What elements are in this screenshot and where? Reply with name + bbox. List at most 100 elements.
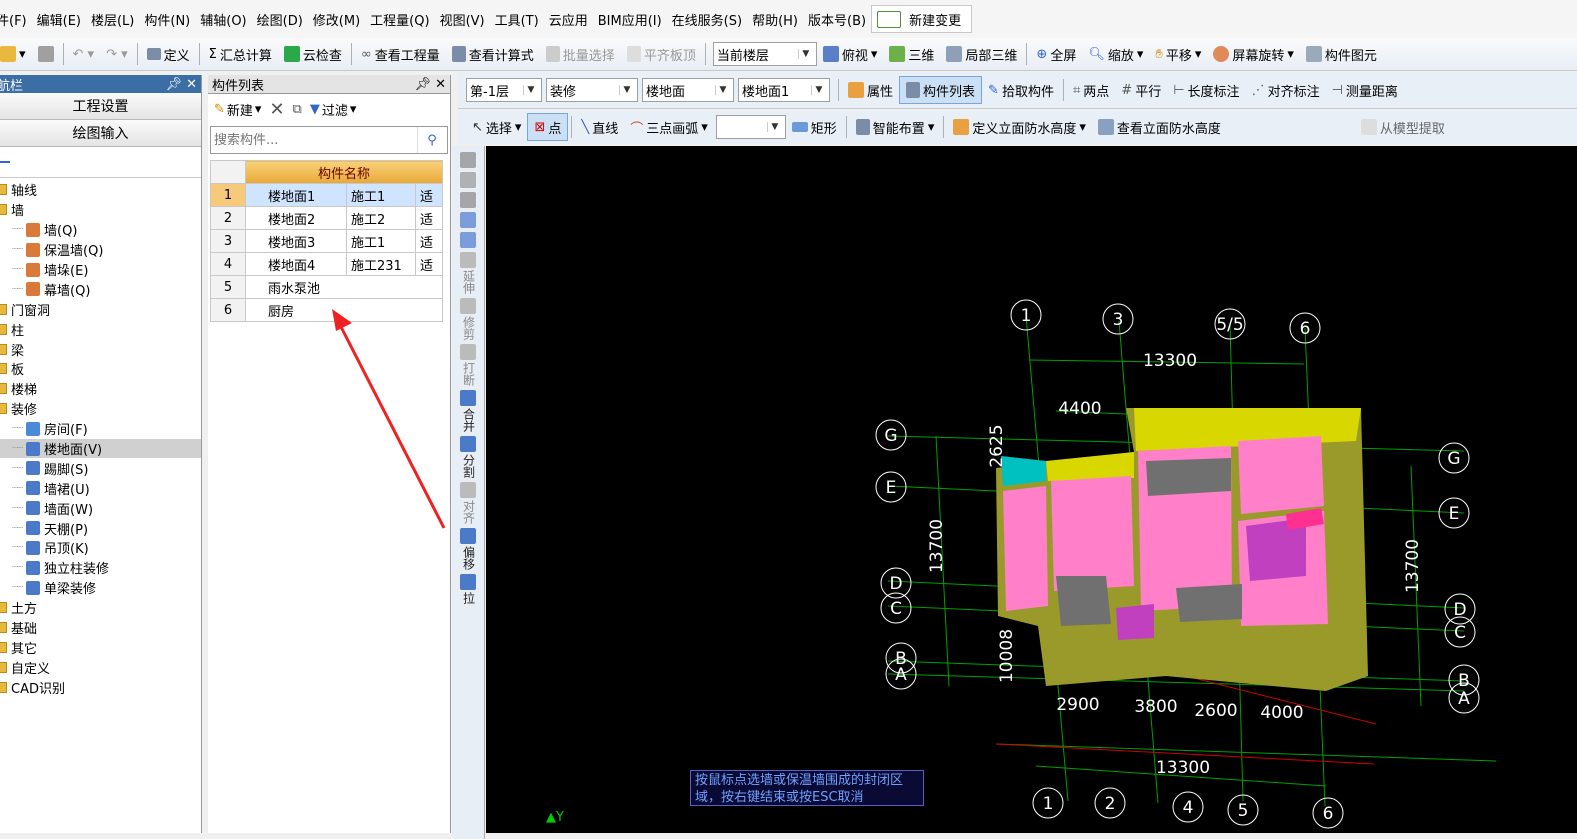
three-d-button[interactable]: 三维	[883, 41, 940, 67]
menu-file[interactable]: 文件(F)	[0, 10, 32, 29]
tree-item[interactable]: 门窗洞	[0, 299, 201, 319]
current-floor-select[interactable]: 当前楼层 ▼	[712, 42, 817, 66]
tree-item[interactable]: ┈┈ 楼地面(V)	[0, 438, 201, 459]
menu-help[interactable]: 帮助(H)	[747, 10, 803, 29]
top-view-button[interactable]: 俯视 ▾	[817, 41, 884, 67]
tree-item[interactable]: ┈┈ 墙裙(U)	[0, 478, 201, 498]
drawing-canvas[interactable]: 1 3 5/5 6 1 2 4 5 6 G E D C B A G E D C B A 13300 4400 13700 137…	[486, 146, 1577, 833]
menu-draw[interactable]: 绘图(D)	[252, 10, 308, 29]
define-button[interactable]: 定义	[141, 41, 196, 67]
extract-button[interactable]: 从模型提取	[1355, 114, 1451, 140]
drawing-input-button[interactable]: 绘图输入	[0, 120, 201, 147]
table-row[interactable]: 3 楼地面3 施工1 适	[210, 229, 443, 253]
edit-tool-button[interactable]: 合并	[460, 390, 476, 432]
table-row[interactable]: 5 雨水泵池	[210, 275, 443, 299]
tree-item[interactable]: 板	[0, 359, 201, 379]
edit-tool-icon[interactable]	[460, 152, 476, 168]
tree-item[interactable]: ┈┈ 单梁装修	[0, 578, 201, 598]
local-3d-button[interactable]: 局部三维	[940, 41, 1023, 67]
pan-button[interactable]: ✋︎ 平移 ▾	[1149, 41, 1207, 67]
menu-modify[interactable]: 修改(M)	[308, 10, 365, 29]
tree-item[interactable]: CAD识别	[0, 677, 201, 697]
sum-button[interactable]: Σ 汇总计算	[203, 41, 278, 67]
smart-button[interactable]: 智能布置 ▾	[850, 114, 941, 140]
tree-item[interactable]: 梁	[0, 339, 201, 359]
tree-item[interactable]: ┈┈ 保温墙(Q)	[0, 240, 201, 260]
edit-tool-icon[interactable]	[460, 232, 476, 248]
category-select[interactable]: 装修 ▼	[546, 78, 638, 102]
edit-tool-button[interactable]: 分割	[460, 436, 476, 478]
length-dim-button[interactable]: ⊢ 长度标注	[1167, 77, 1245, 103]
item-select[interactable]: 楼地面1 ▼	[738, 78, 830, 102]
tree-item[interactable]: ┈┈ 独立柱装修	[0, 558, 201, 578]
tree-item[interactable]: 轴线	[0, 180, 201, 200]
redo-button[interactable]: ↷ ▾	[100, 41, 134, 67]
pin-icon[interactable]: 📌︎	[165, 77, 182, 92]
two-point-button[interactable]: ⌗ 两点	[1067, 77, 1115, 103]
align-dim-button[interactable]: ⋰ 对齐标注	[1246, 77, 1326, 103]
menu-aux-axis[interactable]: 辅轴(O)	[195, 10, 251, 29]
floor-select[interactable]: 第-1层 ▼	[466, 78, 542, 102]
edit-tool-button[interactable]: 延伸	[460, 252, 476, 294]
select-button[interactable]: ↖ 选择 ▾	[466, 114, 527, 140]
view-wp-button[interactable]: 查看立面防水高度	[1092, 114, 1227, 140]
point-button[interactable]: ⊠ 点	[527, 113, 569, 141]
flush-slab-button[interactable]: 平齐板顶	[621, 41, 702, 67]
menu-bim[interactable]: BIM应用(I)	[593, 10, 667, 29]
menu-new-change[interactable]: 新建变更	[871, 5, 973, 33]
menu-view[interactable]: 视图(V)	[435, 10, 490, 29]
table-row[interactable]: 6 厨房	[210, 298, 443, 322]
view-quantity-button[interactable]: ∞ 查看工程量	[355, 41, 446, 67]
table-row[interactable]: 1 楼地面1 施工1 适	[210, 183, 443, 207]
menu-quantity[interactable]: 工程量(Q)	[365, 10, 434, 29]
tree-item[interactable]: ┈┈ 墙面(W)	[0, 498, 201, 518]
pick-button[interactable]: ✎ 拾取构件	[982, 77, 1060, 103]
table-row[interactable]: 4 楼地面4 施工231 适	[210, 252, 443, 276]
type-select[interactable]: 楼地面 ▼	[642, 78, 734, 102]
tree-item[interactable]: 柱	[0, 319, 201, 339]
search-input[interactable]	[211, 127, 417, 153]
batch-select-button[interactable]: 批量选择	[540, 41, 621, 67]
menu-edit[interactable]: 编辑(E)	[32, 10, 86, 29]
define-wp-button[interactable]: 定义立面防水高度 ▾	[947, 114, 1092, 140]
edit-tool-button[interactable]: 修剪	[460, 298, 476, 340]
comp-list-button[interactable]: 构件列表	[899, 76, 983, 104]
tree-item[interactable]: ┈┈ 幕墙(Q)	[0, 279, 201, 299]
close-icon[interactable]: ✕	[435, 77, 446, 92]
full-screen-button[interactable]: ⊕ 全屏	[1030, 41, 1082, 67]
tree-item[interactable]: 其它	[0, 637, 201, 657]
measure-button[interactable]: ⊣ 测量距离	[1326, 77, 1404, 103]
undo-button[interactable]: ↶ ▾	[67, 41, 101, 67]
cloud-check-button[interactable]: 云检查	[278, 41, 348, 67]
tree-item[interactable]: 墙	[0, 200, 201, 220]
arc-button[interactable]: ⌒ 三点画弧 ▾	[624, 114, 714, 140]
edit-tool-icon[interactable]	[460, 212, 476, 228]
rect-button[interactable]: 矩形	[786, 114, 843, 140]
tree-item[interactable]: 自定义	[0, 657, 201, 677]
menu-tools[interactable]: 工具(T)	[490, 10, 544, 29]
parallel-button[interactable]: # 平行	[1115, 77, 1167, 103]
rotate-button[interactable]: 屏幕旋转 ▾	[1207, 41, 1300, 67]
copy-icon[interactable]: ⧉	[293, 102, 302, 117]
edit-tool-icon[interactable]	[460, 172, 476, 188]
tree-item[interactable]: ┈┈ 吊顶(K)	[0, 538, 201, 558]
tree-item[interactable]: 楼梯	[0, 379, 201, 399]
tree-item[interactable]: 土方	[0, 598, 201, 618]
edit-tool-button[interactable]: 拉	[460, 574, 476, 604]
tree-item[interactable]: ┈┈ 房间(F)	[0, 419, 201, 439]
menu-component[interactable]: 构件(N)	[139, 10, 195, 29]
project-settings-button[interactable]: 工程设置	[0, 93, 201, 120]
filter-button[interactable]: ▼ 过滤 ▾	[310, 100, 357, 119]
menu-floor[interactable]: 楼层(L)	[86, 10, 139, 29]
save-button[interactable]	[32, 41, 60, 67]
table-row[interactable]: 2 楼地面2 施工2 适	[210, 206, 443, 230]
search-icon[interactable]: ⚲	[417, 127, 446, 153]
tree-item[interactable]: ┈┈ 踢脚(S)	[0, 458, 201, 478]
edit-tool-button[interactable]: 对齐	[460, 482, 476, 524]
property-button[interactable]: 属性	[842, 77, 899, 103]
menu-version[interactable]: 版本号(B)	[803, 10, 871, 29]
comp-map-button[interactable]: 构件图元	[1300, 41, 1383, 67]
view-formula-button[interactable]: 查看计算式	[446, 41, 540, 67]
tree-item[interactable]: 基础	[0, 618, 201, 638]
collapse-icon[interactable]	[0, 161, 10, 163]
